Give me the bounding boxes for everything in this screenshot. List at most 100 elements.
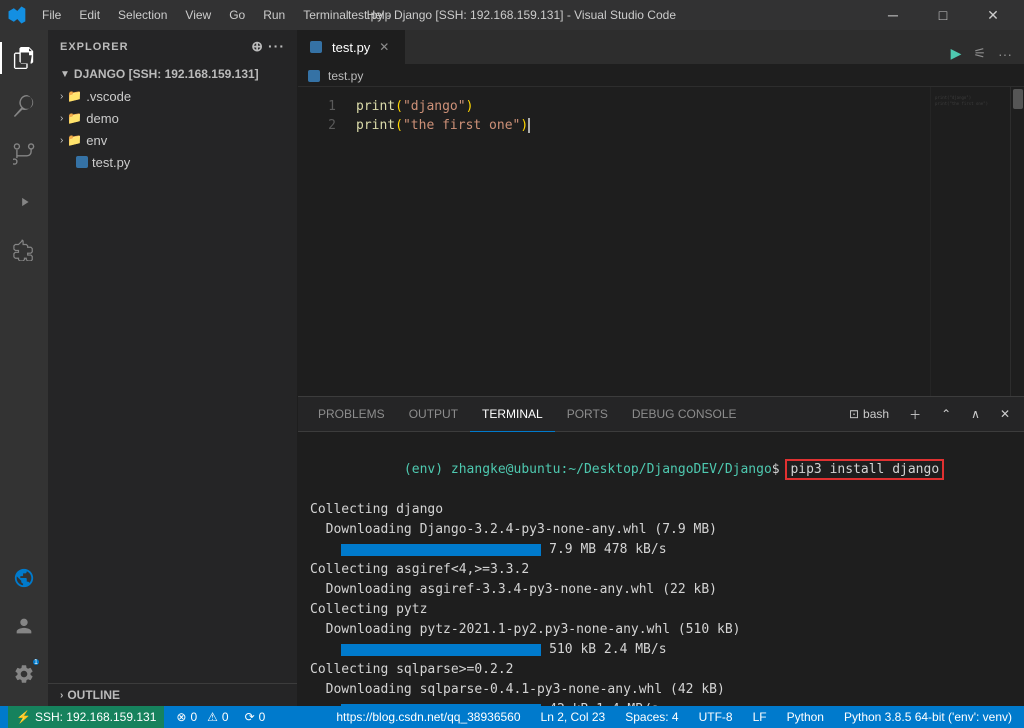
sync-status[interactable]: ⟳ 0 [241,710,270,724]
menu-run[interactable]: Run [255,6,293,24]
sidebar-title: EXPLORER [60,41,129,53]
ln-col-label: Ln 2, Col 23 [541,710,606,724]
line-number-1: 1 [298,97,336,116]
settings-icon[interactable]: 1 [0,650,48,698]
terminal-new-button[interactable]: ⊡ bash [843,405,895,423]
extensions-icon[interactable] [0,226,48,274]
menu-file[interactable]: File [34,6,69,24]
explorer-icon[interactable] [0,34,48,82]
file-test-py[interactable]: test.py [48,151,297,173]
menu-selection[interactable]: Selection [110,6,175,24]
sidebar-section: ▼ DJANGO [SSH: 192.168.159.131] › 📁 .vsc… [48,63,297,683]
python-version-label: Python 3.8.5 64-bit ('env': venv) [844,710,1012,724]
tab-bar-actions: ▶ ⚟ ··· [947,43,1024,64]
split-editor-icon[interactable]: ⚟ [969,43,990,64]
source-control-icon[interactable] [0,130,48,178]
close-panel-button[interactable]: ✕ [994,405,1016,423]
folder-icon: 📁 [67,111,82,125]
activity-bar: 1 [0,30,48,706]
root-arrow-icon: ▼ [60,69,70,80]
keyword-print-2: print [356,118,395,133]
shell-label: bash [863,407,889,421]
sync-count: 0 [259,710,266,724]
tab-close-button[interactable]: ✕ [376,38,392,56]
line-ending-status[interactable]: LF [749,710,771,724]
paren-close: ) [466,99,474,114]
scrollbar[interactable] [1010,87,1024,396]
terminal-line-3: Collecting asgiref<4,>=3.3.2 [310,560,1012,580]
panel: PROBLEMS OUTPUT TERMINAL PORTS DEBUG CON… [298,396,1024,706]
paren-close-2: ) [520,118,528,133]
term-prompt: (env) zhangke@ubuntu: [404,462,568,477]
language-status[interactable]: Python [783,710,828,724]
term-command-highlighted: pip3 install django [787,461,942,478]
code-line-2: print("the first one") [356,116,1016,135]
ssh-label: SSH: 192.168.159.131 [35,710,156,724]
code-area[interactable]: print("django") print("the first one") [348,87,1024,396]
tab-test-py[interactable]: test.py ✕ [298,30,405,64]
terminal-content[interactable]: (env) zhangke@ubuntu:~/Desktop/DjangoDEV… [298,432,1024,706]
errors-status[interactable]: ⊗ 0 ⚠ 0 [172,710,232,724]
search-icon[interactable] [0,82,48,130]
term-path: ~/Desktop/DjangoDEV/Django [568,462,772,477]
window-controls: ─ □ ✕ [870,0,1016,30]
run-button[interactable]: ▶ [947,43,966,64]
run-debug-icon[interactable] [0,178,48,226]
folder-vscode[interactable]: › 📁 .vscode [48,85,297,107]
accounts-icon[interactable] [0,602,48,650]
python-version-status[interactable]: Python 3.8.5 64-bit ('env': venv) [840,710,1016,724]
tab-problems[interactable]: PROBLEMS [306,397,397,432]
status-right: https://blog.csdn.net/qq_38936560 Ln 2, … [332,710,1016,724]
paren-open: ( [395,99,403,114]
tab-more-icon[interactable]: ··· [994,44,1016,64]
menu-edit[interactable]: Edit [71,6,108,24]
python-tab-icon [310,41,322,53]
panel-tabs: PROBLEMS OUTPUT TERMINAL PORTS DEBUG CON… [298,397,1024,432]
tab-terminal[interactable]: TERMINAL [470,397,555,432]
split-terminal-button[interactable]: ⌃ [935,405,957,423]
line-ending-label: LF [753,710,767,724]
spaces-status[interactable]: Spaces: 4 [621,710,682,724]
outline-section[interactable]: › OUTLINE [48,683,297,706]
more-actions-icon[interactable]: ··· [268,38,285,55]
editor-area: test.py ✕ ▶ ⚟ ··· test.py 1 2 [298,30,1024,706]
add-terminal-button[interactable]: ＋ [903,404,927,425]
tab-bar: test.py ✕ ▶ ⚟ ··· [298,30,1024,65]
encoding-status[interactable]: UTF-8 [695,710,737,724]
tab-output[interactable]: OUTPUT [397,397,470,432]
breadcrumb-file[interactable]: test.py [308,69,363,83]
url-status[interactable]: https://blog.csdn.net/qq_38936560 [332,710,524,724]
progress-bar-1 [341,544,541,556]
terminal-line-7: Collecting sqlparse>=0.2.2 [310,660,1012,680]
minimize-button[interactable]: ─ [870,0,916,30]
error-count: 0 [190,710,197,724]
menu-go[interactable]: Go [221,6,253,24]
tab-ports[interactable]: PORTS [555,397,620,432]
ln-col-status[interactable]: Ln 2, Col 23 [537,710,610,724]
code-editor[interactable]: 1 2 print("django") print("the first one… [298,87,1024,396]
folder-arrow-icon: › [60,135,63,146]
breadcrumb-bar: test.py [298,65,1024,87]
remote-icon[interactable] [0,554,48,602]
outline-label: OUTLINE [67,688,120,702]
folder-env[interactable]: › 📁 env [48,129,297,151]
maximize-button[interactable]: □ [920,0,966,30]
new-file-icon[interactable]: ⊕ [251,38,264,55]
status-bar: ⚡ SSH: 192.168.159.131 ⊗ 0 ⚠ 0 ⟳ 0 https… [0,706,1024,728]
maximize-panel-button[interactable]: ∧ [965,405,986,423]
paren-open-2: ( [395,118,403,133]
tab-debug-console[interactable]: DEBUG CONSOLE [620,397,749,432]
terminal-line-progress-2: 510 kB 2.4 MB/s [310,640,1012,660]
breadcrumb-label: test.py [328,69,363,83]
folder-demo[interactable]: › 📁 demo [48,107,297,129]
sidebar-root-folder[interactable]: ▼ DJANGO [SSH: 192.168.159.131] [48,63,297,85]
outline-arrow-icon: › [60,690,63,701]
close-button[interactable]: ✕ [970,0,1016,30]
terminal-line-8: Downloading sqlparse-0.4.1-py3-none-any.… [310,680,1012,700]
ssh-status[interactable]: ⚡ SSH: 192.168.159.131 [8,706,164,728]
sidebar-header: EXPLORER ⊕ ··· [48,30,297,63]
titlebar-menu: File Edit Selection View Go Run Terminal… [34,6,399,24]
menu-view[interactable]: View [177,6,219,24]
terminal-line-2: Downloading Django-3.2.4-py3-none-any.wh… [310,520,1012,540]
panel-actions: ⊡ bash ＋ ⌃ ∧ ✕ [843,404,1016,425]
